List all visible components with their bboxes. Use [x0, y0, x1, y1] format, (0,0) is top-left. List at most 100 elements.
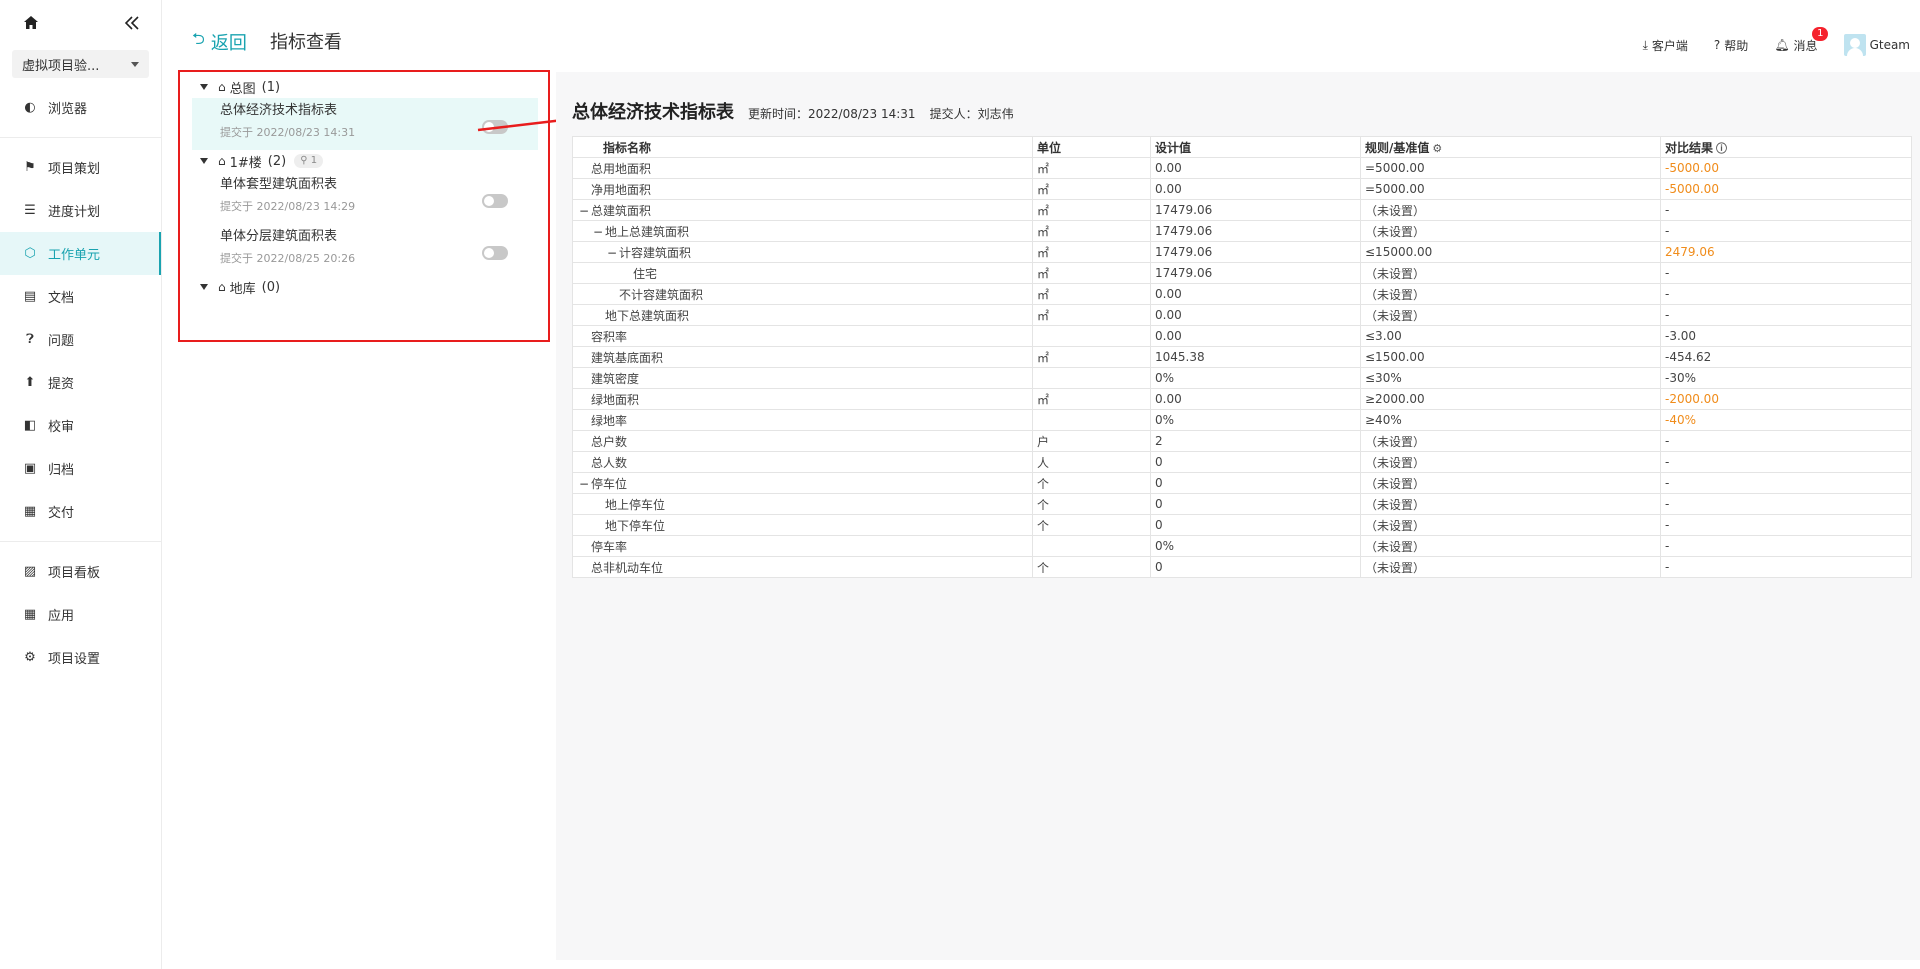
cell-unit: ㎡	[1032, 157, 1151, 179]
sidebar-item-gear[interactable]: ⚙ 项目设置	[0, 636, 161, 679]
attachment-chip: ⚲ 1	[294, 154, 324, 168]
cell-design: 17479.06	[1150, 199, 1361, 221]
table-row: 地下总建筑面积㎡ 0.00 （未设置） -	[572, 304, 1912, 326]
sidebar-item-archive[interactable]: ▣ 归档	[0, 447, 161, 490]
cell-unit	[1032, 535, 1151, 557]
bell-icon: 🔔︎	[1774, 38, 1790, 52]
sidebar-item-document[interactable]: ▤ 文档	[0, 275, 161, 318]
cell-unit: ㎡	[1032, 241, 1151, 263]
sidebar: 虚拟项目验... ◐ 浏览器 ⚑ 项目策划 ☰ 进度计划 ⬡ 工作单元 ▤ 文档 ❓︎ 问题 ⬆ 提资 ◧…	[0, 0, 162, 969]
cell-result: -	[1660, 304, 1912, 326]
cell-design: 2	[1150, 430, 1361, 452]
document-icon: ▤	[23, 289, 37, 304]
messages-badge: 1	[1812, 26, 1829, 41]
tree-leaf-item[interactable]: 单体分层建筑面积表 提交于 2022/08/25 20:26	[180, 224, 548, 276]
cell-design: 0.00	[1150, 178, 1361, 200]
sidebar-item-question[interactable]: ❓︎ 问题	[0, 318, 161, 361]
cell-design: 0.00	[1150, 388, 1361, 410]
sidebar-item-briefcase[interactable]: ▦ 交付	[0, 490, 161, 533]
tree-leaf-title: 单体分层建筑面积表	[220, 229, 338, 244]
tree-leaf-item[interactable]: 单体套型建筑面积表 提交于 2022/08/23 14:29	[180, 172, 548, 224]
sidebar-group-bottom: ▨ 项目看板 ▦ 应用 ⚙ 项目设置	[0, 542, 161, 687]
collapse-sidebar-icon[interactable]	[123, 14, 141, 32]
cell-design: 0.00	[1150, 157, 1361, 179]
cell-result: -	[1660, 535, 1912, 557]
caret-down-icon[interactable]	[200, 284, 208, 290]
sidebar-item-flag[interactable]: ⚑ 项目策划	[0, 146, 161, 189]
table-row: − 停车位个 0 （未设置） -	[572, 472, 1912, 494]
table-row: 总户数户 2 （未设置） -	[572, 430, 1912, 452]
cell-rule: （未设置）	[1360, 262, 1661, 284]
help-button[interactable]: ? 帮助	[1714, 37, 1748, 54]
cell-design: 0%	[1150, 367, 1361, 389]
table-row: 总用地面积㎡ 0.00 =5000.00 -5000.00	[572, 157, 1912, 179]
cell-name: 建筑密度	[572, 367, 1033, 389]
collapse-row-icon[interactable]: −	[579, 204, 591, 218]
collapse-row-icon[interactable]: −	[579, 477, 591, 491]
cell-unit	[1032, 409, 1151, 431]
upload-icon: ⬆	[24, 375, 36, 390]
tree-group-node[interactable]: ⌂ 地库 (0)	[180, 276, 548, 298]
cell-design: 0	[1150, 451, 1361, 473]
table-row: 绿地面积㎡ 0.00 ≥2000.00 -2000.00	[572, 388, 1912, 410]
question-icon: ❓︎	[26, 332, 34, 347]
home-icon[interactable]	[22, 14, 40, 32]
flag-icon: ⚑	[24, 160, 36, 175]
cell-design: 17479.06	[1150, 241, 1361, 263]
project-select[interactable]: 虚拟项目验...	[12, 50, 149, 78]
sidebar-item-apps[interactable]: ▦ 应用	[0, 593, 161, 636]
tree-leaf-title: 单体套型建筑面积表	[220, 177, 338, 192]
sidebar-item-dashboard[interactable]: ▨ 项目看板	[0, 550, 161, 593]
caret-down-icon[interactable]	[200, 158, 208, 164]
client-download-button[interactable]: ⤓ 客户端	[1643, 37, 1688, 54]
sidebar-item-review[interactable]: ◧ 校审	[0, 404, 161, 447]
table-row: 总人数人 0 （未设置） -	[572, 451, 1912, 473]
sidebar-item-gantt[interactable]: ☰ 进度计划	[0, 189, 161, 232]
cell-unit: ㎡	[1032, 178, 1151, 200]
settings-icon[interactable]: ⚙	[1432, 142, 1442, 155]
table-row: 不计容建筑面积㎡ 0.00 （未设置） -	[572, 283, 1912, 305]
cell-name: 绿地面积	[572, 388, 1033, 410]
col-header-rule: 规则/基准值 ⚙	[1360, 136, 1661, 158]
cell-result: -30%	[1660, 367, 1912, 389]
table-row: − 地上总建筑面积㎡ 17479.06 （未设置） -	[572, 220, 1912, 242]
sidebar-group-browser: ◐ 浏览器	[0, 78, 161, 138]
cell-result: -	[1660, 472, 1912, 494]
back-button[interactable]: ⮌ 返回	[192, 28, 247, 55]
cell-result: -	[1660, 283, 1912, 305]
compare-toggle[interactable]	[482, 246, 508, 260]
cell-name: − 地上总建筑面积	[572, 220, 1033, 242]
cell-result: -40%	[1660, 409, 1912, 431]
cell-result: -	[1660, 556, 1912, 578]
sidebar-item-cube[interactable]: ⬡ 工作单元	[0, 232, 161, 275]
cell-name: 净用地面积	[572, 178, 1033, 200]
cell-design: 0%	[1150, 535, 1361, 557]
collapse-row-icon[interactable]: −	[593, 225, 605, 239]
messages-button[interactable]: 🔔︎ 消息 1	[1774, 26, 1829, 54]
chevron-down-icon	[131, 61, 139, 67]
sidebar-item-label: 归档	[48, 463, 75, 478]
tree-group-node[interactable]: ⌂ 1#楼 (2) ⚲ 1	[180, 150, 548, 172]
cell-rule: （未设置）	[1360, 535, 1661, 557]
cell-unit: ㎡	[1032, 388, 1151, 410]
compare-toggle[interactable]	[482, 194, 508, 208]
caret-down-icon[interactable]	[200, 84, 208, 90]
user-menu[interactable]: Gteam	[1843, 34, 1910, 56]
collapse-row-icon[interactable]: −	[607, 246, 619, 260]
info-icon[interactable]: ⓘ	[1716, 142, 1727, 155]
cell-rule: ≤30%	[1360, 367, 1661, 389]
sidebar-item-globe[interactable]: ◐ 浏览器	[0, 86, 161, 129]
sidebar-item-label: 浏览器	[48, 102, 88, 117]
dashboard-icon: ▨	[23, 564, 37, 579]
tree-group-node[interactable]: ⌂ 总图 (1)	[180, 76, 548, 98]
sidebar-item-label: 项目策划	[48, 162, 101, 177]
table-row: 停车率 0% （未设置） -	[572, 535, 1912, 557]
cell-name: 不计容建筑面积	[572, 283, 1033, 305]
cell-name: − 停车位	[572, 472, 1033, 494]
update-time: 更新时间：2022/08/23 14:31	[748, 107, 916, 121]
sidebar-item-upload[interactable]: ⬆ 提资	[0, 361, 161, 404]
cell-name: 绿地率	[572, 409, 1033, 431]
cell-rule: （未设置）	[1360, 304, 1661, 326]
table-row: 地上停车位个 0 （未设置） -	[572, 493, 1912, 515]
table-row: − 总建筑面积㎡ 17479.06 （未设置） -	[572, 199, 1912, 221]
